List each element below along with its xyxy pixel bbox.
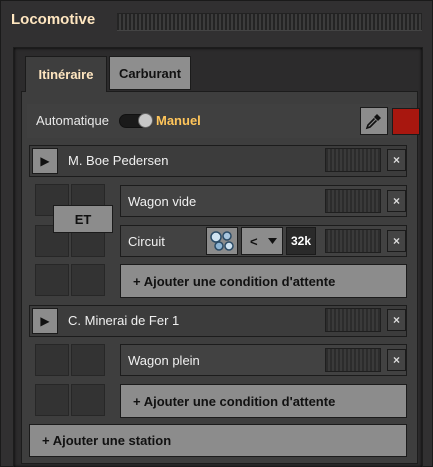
color-swatch[interactable] xyxy=(392,108,420,135)
condition-label: Wagon vide xyxy=(128,194,197,209)
locomotive-window: Locomotive Carburant Itinéraire Automati… xyxy=(0,0,433,467)
add-station-button[interactable]: + Ajouter une station xyxy=(29,424,407,457)
drag-handle[interactable] xyxy=(117,13,422,31)
mode-toggle-knob[interactable] xyxy=(138,113,153,128)
remove-station-button[interactable]: × xyxy=(387,149,406,171)
drag-grip[interactable] xyxy=(325,348,381,372)
remove-condition-button[interactable]: × xyxy=(387,190,406,212)
empty-slot xyxy=(35,264,69,296)
drag-grip[interactable] xyxy=(325,189,381,213)
add-condition-button[interactable]: + Ajouter une condition d'attente xyxy=(120,264,407,298)
circuit-network-icon xyxy=(210,231,234,251)
remove-condition-button[interactable]: × xyxy=(387,349,406,371)
empty-slot xyxy=(71,264,105,296)
add-condition-button[interactable]: + Ajouter une condition d'attente xyxy=(120,384,407,418)
pipette-button[interactable] xyxy=(360,107,388,135)
empty-slot xyxy=(35,384,69,416)
comparator-select[interactable]: < xyxy=(241,227,283,255)
pipette-icon xyxy=(365,114,381,130)
close-icon: × xyxy=(392,234,400,248)
drag-grip[interactable] xyxy=(325,148,381,172)
drag-grip[interactable] xyxy=(325,308,381,332)
tab-itineraire[interactable]: Itinéraire xyxy=(25,56,107,92)
close-icon: × xyxy=(392,194,400,208)
constant-value[interactable]: 32k xyxy=(286,227,316,255)
window-title: Locomotive xyxy=(11,11,96,28)
empty-slot xyxy=(71,344,105,376)
close-icon: × xyxy=(392,313,400,327)
comparator-value: < xyxy=(250,233,258,249)
logic-and-button[interactable]: ET xyxy=(53,205,113,233)
chevron-down-icon xyxy=(267,238,277,244)
close-icon: × xyxy=(392,353,400,367)
condition-label: Circuit xyxy=(128,234,165,249)
remove-condition-button[interactable]: × xyxy=(387,230,406,252)
condition-label: Wagon plein xyxy=(128,353,200,368)
station-play-button[interactable]: ▶ xyxy=(32,148,58,174)
circuit-signal-button[interactable] xyxy=(206,227,238,255)
play-icon: ▶ xyxy=(40,314,50,328)
station-name: M. Boe Pedersen xyxy=(68,153,169,168)
remove-station-button[interactable]: × xyxy=(387,309,406,331)
play-icon: ▶ xyxy=(40,154,50,168)
station-play-button[interactable]: ▶ xyxy=(32,308,58,334)
drag-grip[interactable] xyxy=(325,229,381,253)
empty-slot xyxy=(35,344,69,376)
tab-carburant[interactable]: Carburant xyxy=(109,56,191,90)
manual-label: Manuel xyxy=(156,113,201,128)
titlebar[interactable]: Locomotive xyxy=(1,1,433,41)
close-icon: × xyxy=(392,153,400,167)
automatic-label: Automatique xyxy=(36,113,109,128)
empty-slot xyxy=(71,384,105,416)
station-name: C. Minerai de Fer 1 xyxy=(68,313,180,328)
